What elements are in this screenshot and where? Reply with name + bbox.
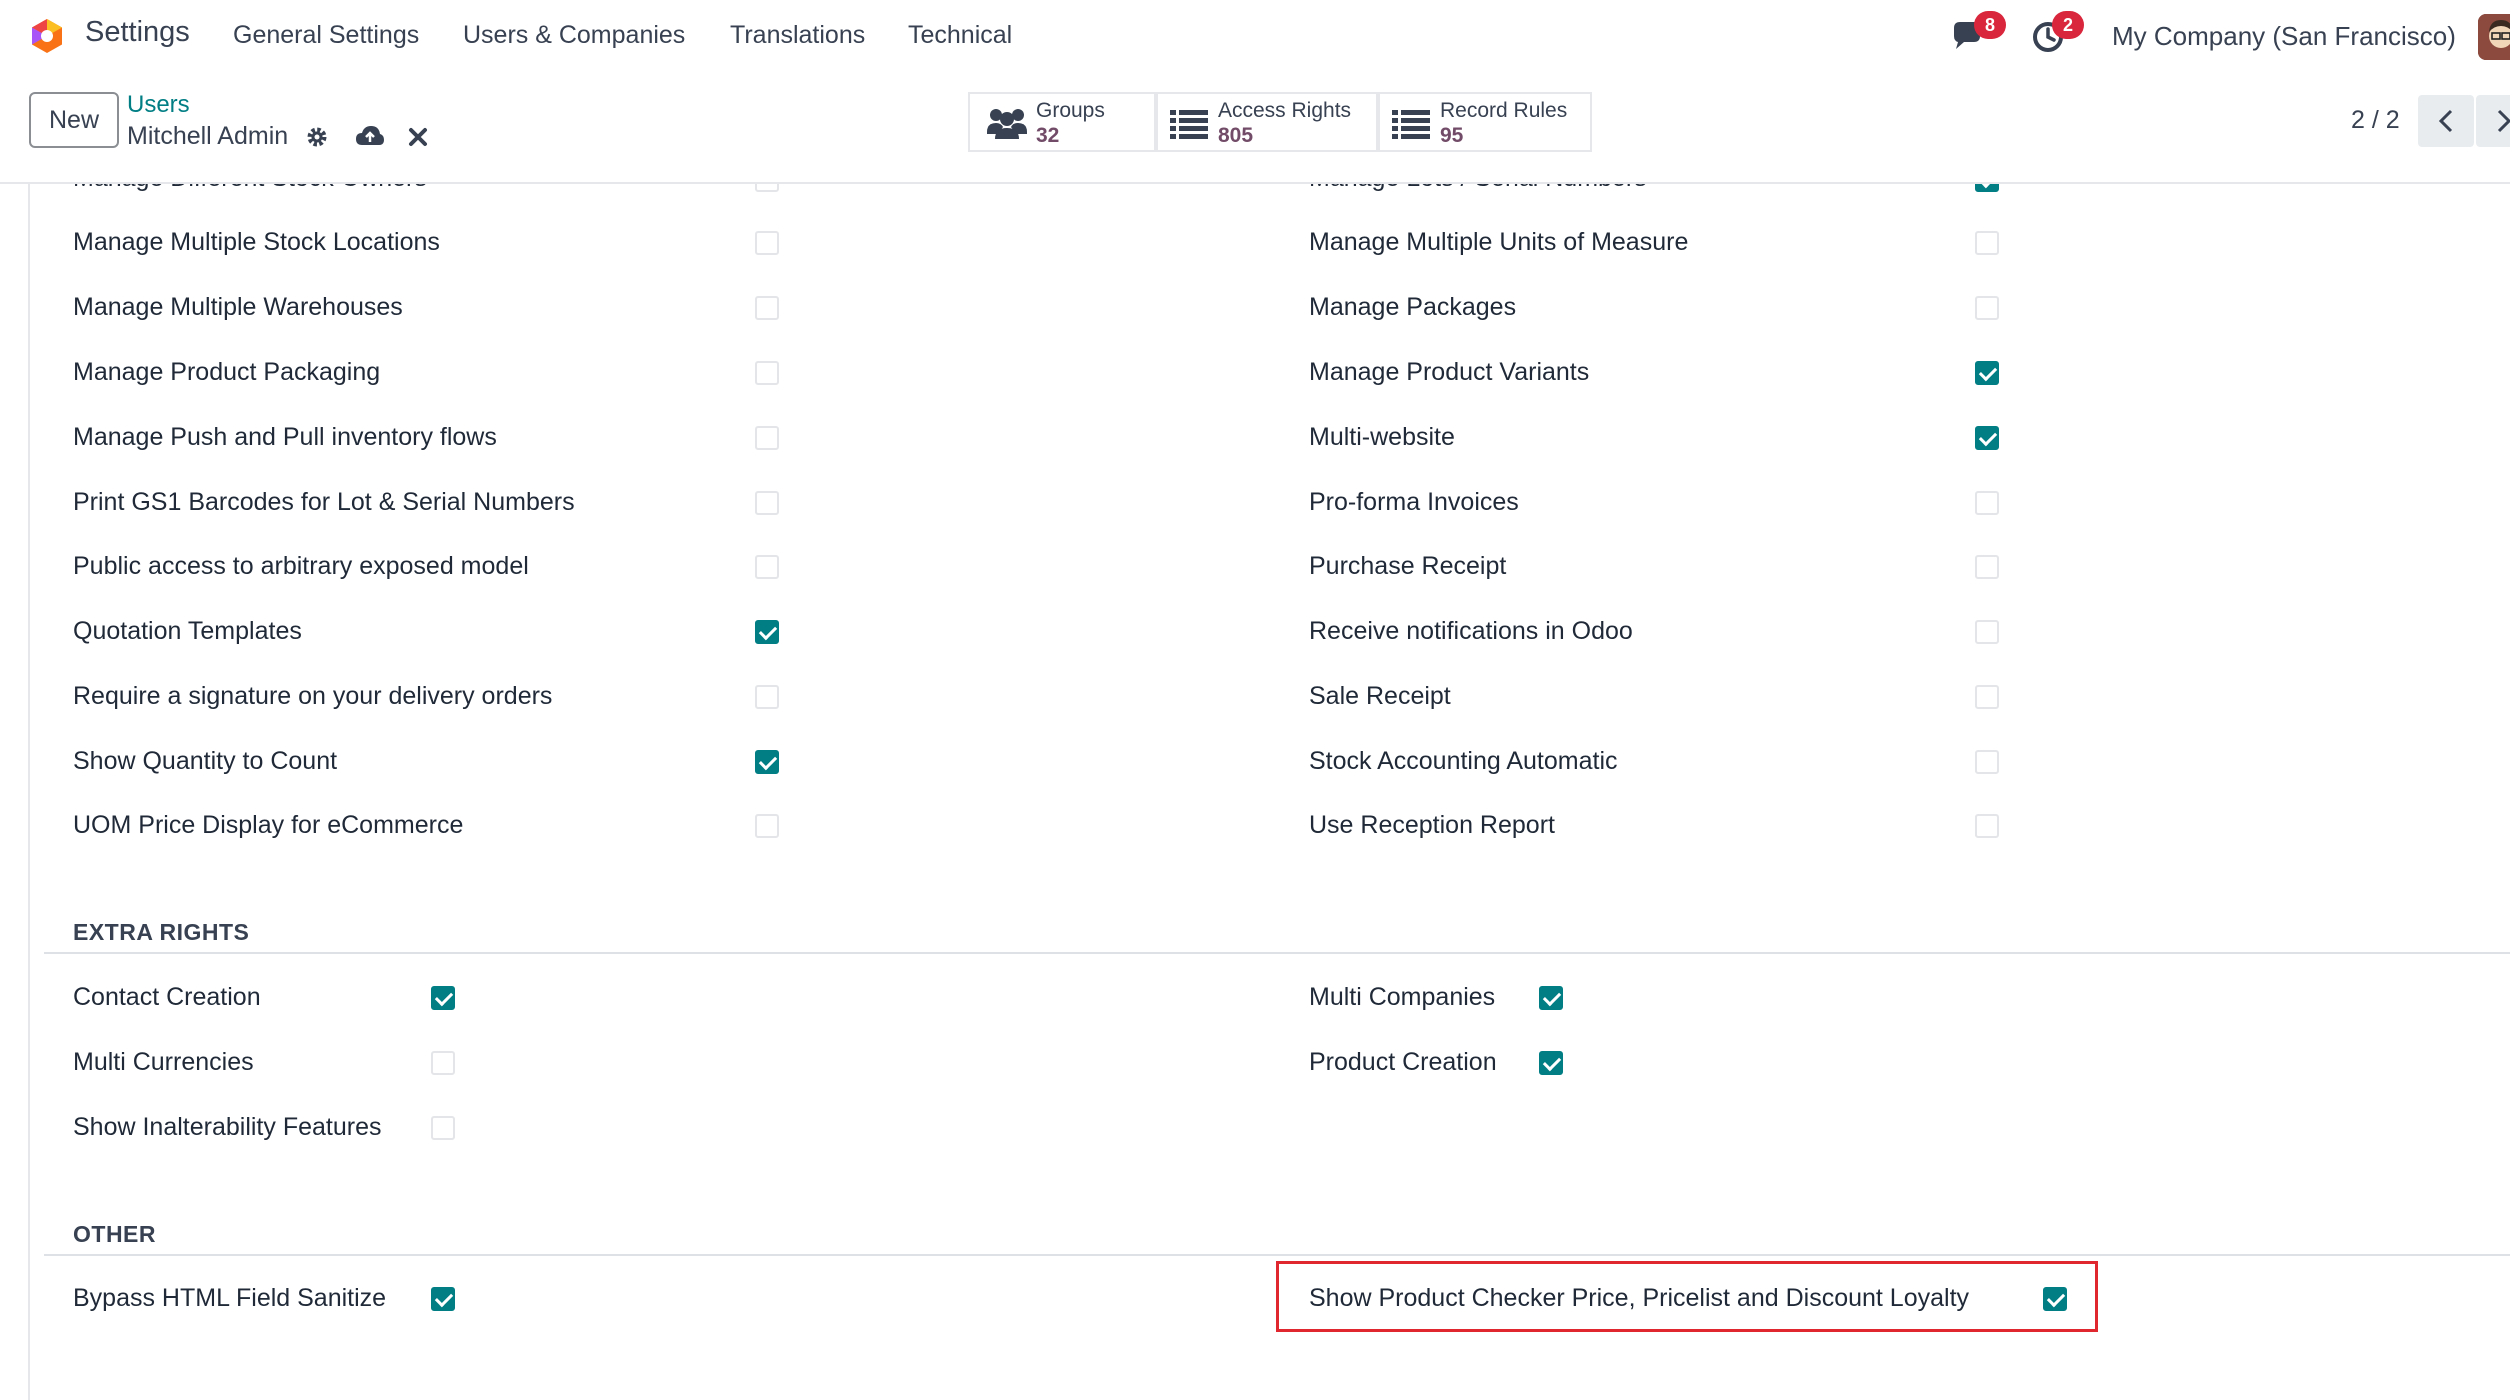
checkbox-stock-accounting-automatic[interactable] [1975,750,1999,774]
right-label: Manage Multiple Units of Measure [1309,228,1689,256]
record-rules-label: Record Rules [1440,99,1568,122]
checkbox-purchase-receipt[interactable] [1975,555,1999,579]
odoo-app-icon[interactable] [28,17,66,55]
right-label: Multi Companies [1309,983,1496,1011]
record-rules-smart-button[interactable]: Record Rules 95 [1378,92,1592,152]
discard-close-icon[interactable] [408,127,428,147]
right-label: Show Inalterability Features [73,1113,382,1141]
checkbox-multi-website[interactable] [1975,426,1999,450]
breadcrumb-current-record: Mitchell Admin [127,122,289,150]
checkbox-show-quantity-to-count[interactable] [755,750,779,774]
pager-value[interactable]: 2 / 2 [2351,106,2400,135]
activities-badge: 2 [2052,11,2084,39]
checkbox-manage-product-variants[interactable] [1975,361,1999,385]
checkbox-manage-multiple-uom[interactable] [1975,231,1999,255]
checkbox-manage-different-stock-owners[interactable] [755,184,779,192]
control-panel: New Users Mitchell Admin Groups 32 Acces… [0,72,2510,184]
right-label: Manage Push and Pull inventory flows [73,423,497,451]
checkbox-product-creation[interactable] [1539,1051,1563,1075]
right-label: Manage Packages [1309,293,1517,321]
right-label: Show Product Checker Price, Pricelist an… [1309,1284,1970,1312]
right-label: Pro-forma Invoices [1309,488,1519,516]
users-group-icon [987,109,1027,139]
top-navbar: Settings General Settings Users & Compan… [0,0,2510,72]
right-label: UOM Price Display for eCommerce [73,811,464,839]
right-label: Receive notifications in Odoo [1309,617,1633,645]
right-label: Use Reception Report [1309,811,1555,839]
access-rights-count: 805 [1218,124,1254,147]
form-sheet: Manage Different Stock Owners Manage Mul… [0,184,2510,1400]
section-divider [44,1254,2510,1256]
right-label: Multi-website [1309,423,1455,451]
right-label: Manage Multiple Warehouses [73,293,403,321]
checkbox-manage-multiple-stock-locations[interactable] [755,231,779,255]
sheet-border [28,184,30,1400]
checkbox-manage-lots-serial[interactable] [1975,184,1999,192]
checkbox-show-product-checker-price[interactable] [2043,1287,2067,1311]
checkbox-contact-creation[interactable] [431,986,455,1010]
right-label: Sale Receipt [1309,682,1451,710]
checkbox-show-inalterability[interactable] [431,1116,455,1140]
access-rights-label: Access Rights [1218,99,1352,122]
checkbox-receive-notifications[interactable] [1975,620,1999,644]
right-label: Multi Currencies [73,1048,254,1076]
groups-label: Groups [1036,99,1105,122]
checkbox-manage-product-packaging[interactable] [755,361,779,385]
right-label: Stock Accounting Automatic [1309,747,1618,775]
right-label: Purchase Receipt [1309,552,1507,580]
access-rights-smart-button[interactable]: Access Rights 805 [1156,92,1378,152]
cloud-upload-icon[interactable] [355,123,385,149]
right-label: Print GS1 Barcodes for Lot & Serial Numb… [73,488,575,516]
checkbox-public-access-model[interactable] [755,555,779,579]
right-label: Manage Multiple Stock Locations [73,228,440,256]
right-label: Manage Lots / Serial Numbers [1309,184,1647,193]
messages-badge: 8 [1974,11,2006,39]
menu-users-companies[interactable]: Users & Companies [463,21,685,50]
chevron-right-icon [2497,109,2510,133]
right-label: Bypass HTML Field Sanitize [73,1284,387,1312]
checkbox-sale-receipt[interactable] [1975,685,1999,709]
right-label: Public access to arbitrary exposed model [73,552,529,580]
gear-icon[interactable] [305,125,329,149]
checkbox-manage-packages[interactable] [1975,296,1999,320]
user-avatar[interactable] [2478,14,2510,60]
breadcrumb-users[interactable]: Users [127,91,190,119]
section-divider [44,952,2510,954]
right-label: Manage Product Packaging [73,358,381,386]
groups-count: 32 [1036,124,1060,147]
section-title-extra-rights: EXTRA RIGHTS [73,919,250,945]
checkbox-manage-push-pull-flows[interactable] [755,426,779,450]
section-title-other: OTHER [73,1221,156,1247]
checkbox-uom-price-display[interactable] [755,814,779,838]
record-rules-count: 95 [1440,124,1464,147]
menu-translations[interactable]: Translations [730,21,865,50]
menu-general-settings[interactable]: General Settings [233,21,419,50]
checkbox-bypass-html-sanitize[interactable] [431,1287,455,1311]
checkbox-pro-forma-invoices[interactable] [1975,491,1999,515]
checkbox-print-gs1-barcodes[interactable] [755,491,779,515]
right-label: Require a signature on your delivery ord… [73,682,553,710]
right-label: Manage Different Stock Owners [73,184,427,193]
menu-technical[interactable]: Technical [908,21,1012,50]
chevron-left-icon [2438,109,2453,133]
app-name[interactable]: Settings [85,16,190,49]
right-label: Manage Product Variants [1309,358,1590,386]
new-button[interactable]: New [29,92,119,148]
groups-smart-button[interactable]: Groups 32 [968,92,1156,152]
checkbox-quotation-templates[interactable] [755,620,779,644]
company-switcher[interactable]: My Company (San Francisco) [2112,21,2456,52]
right-label: Product Creation [1309,1048,1497,1076]
list-icon [1170,110,1208,139]
right-label: Quotation Templates [73,617,302,645]
checkbox-multi-companies[interactable] [1539,986,1563,1010]
pager-next-button[interactable] [2476,95,2510,147]
checkbox-use-reception-report[interactable] [1975,814,1999,838]
right-label: Contact Creation [73,983,261,1011]
pager-previous-button[interactable] [2418,95,2474,147]
checkbox-manage-multiple-warehouses[interactable] [755,296,779,320]
checkbox-require-signature[interactable] [755,685,779,709]
checkbox-multi-currencies[interactable] [431,1051,455,1075]
list-icon [1392,110,1430,139]
right-label: Show Quantity to Count [73,747,338,775]
